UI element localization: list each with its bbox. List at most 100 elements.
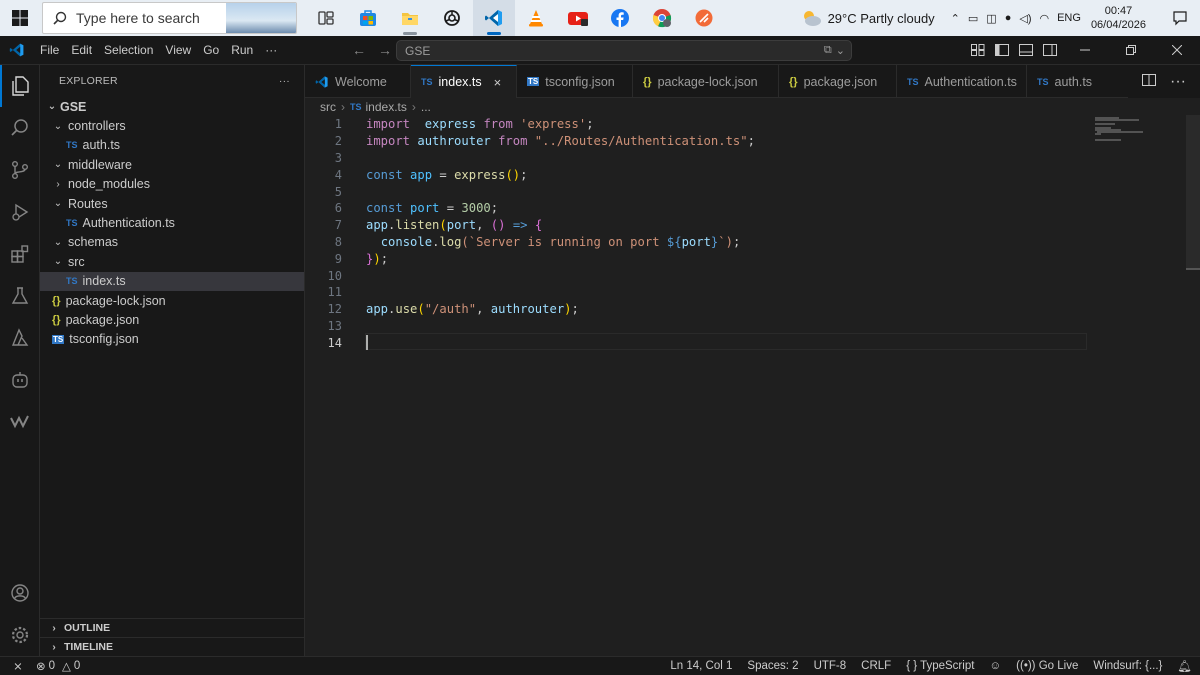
windsurf-status[interactable]: Windsurf: {...} [1093, 660, 1162, 672]
menu-edit[interactable]: Edit [65, 43, 98, 57]
code-line[interactable]: 8 console.log(`Server is running on port… [305, 234, 1200, 251]
chatgpt-icon[interactable] [431, 0, 473, 36]
clock[interactable]: 00:47 06/04/2026 [1091, 4, 1146, 32]
tree-item[interactable]: › node_modules [40, 175, 304, 194]
extensions-icon[interactable] [0, 233, 40, 275]
tree-item[interactable]: TS index.ts [40, 271, 304, 291]
toggle-panel-icon[interactable] [1014, 44, 1038, 56]
manage-gear-icon[interactable] [0, 614, 40, 656]
menu-more[interactable]: ··· [259, 43, 283, 57]
tab-package-lock-json[interactable]: {} package-lock.json [633, 65, 779, 98]
language-indicator[interactable]: ENG [1057, 12, 1081, 24]
taskbar-search-box[interactable]: Type here to search [42, 2, 297, 34]
azure-icon[interactable] [0, 317, 40, 359]
meet-now-icon[interactable]: ◫ [986, 12, 996, 25]
explorer-icon[interactable] [0, 65, 40, 107]
wifi-icon[interactable]: ◠ [1039, 12, 1049, 25]
vlc-icon[interactable] [515, 0, 557, 36]
run-debug-icon[interactable] [0, 191, 40, 233]
menu-run[interactable]: Run [225, 43, 259, 57]
forward-arrow-icon[interactable]: → [378, 42, 392, 58]
code-line[interactable]: 4 const app = express(); [305, 166, 1200, 183]
project-root[interactable]: ⌄ GSE [40, 97, 304, 116]
copilot-chat-icon[interactable] [0, 359, 40, 401]
outline-section[interactable]: › OUTLINE [40, 618, 305, 637]
chevron-up-icon[interactable]: ⌃ [951, 12, 960, 25]
toggle-primary-sidebar-icon[interactable] [990, 44, 1014, 56]
go-live-button[interactable]: ((•)) Go Live [1016, 660, 1078, 672]
menu-selection[interactable]: Selection [98, 43, 159, 57]
code-line[interactable]: 5 [305, 183, 1200, 200]
tree-item[interactable]: ⌄ src [40, 252, 304, 271]
task-view-icon[interactable] [305, 0, 347, 36]
code-line[interactable]: 11 [305, 284, 1200, 301]
command-center[interactable]: GSE ⧉ ⌄ [396, 40, 852, 61]
remote-indicator-icon[interactable]: ⨯ [0, 659, 36, 673]
tree-item[interactable]: ⌄ Routes [40, 194, 304, 213]
code-line[interactable]: 1 import express from 'express'; [305, 116, 1200, 133]
windows-start-icon[interactable] [0, 0, 40, 36]
menu-view[interactable]: View [159, 43, 197, 57]
volume-icon[interactable]: ◁) [1019, 12, 1031, 25]
code-line[interactable]: 9}); [305, 250, 1200, 267]
breadcrumb-file[interactable]: index.ts [366, 100, 407, 114]
facebook-icon[interactable] [599, 0, 641, 36]
tab-auth-ts[interactable]: TS auth.ts [1027, 65, 1131, 98]
windsurf-icon[interactable] [0, 401, 40, 443]
close-icon[interactable] [1154, 45, 1200, 55]
toggle-secondary-sidebar-icon[interactable] [1038, 44, 1062, 56]
timeline-section[interactable]: › TIMELINE [40, 637, 305, 656]
indentation[interactable]: Spaces: 2 [747, 660, 798, 672]
code-line[interactable]: 7 app.listen(port, () => { [305, 217, 1200, 234]
youtube-icon[interactable] [557, 0, 599, 36]
tree-item[interactable]: ⌄ controllers [40, 116, 304, 135]
search-icon[interactable] [0, 107, 40, 149]
menu-file[interactable]: File [34, 43, 65, 57]
weather-widget[interactable]: 29°C Partly cloudy [799, 8, 935, 28]
tree-item[interactable]: TS tsconfig.json [40, 330, 304, 349]
copilot-status-icon[interactable]: ☺ [989, 660, 1001, 672]
more-actions-icon[interactable]: ··· [1170, 73, 1186, 91]
copilot-icon[interactable]: ⧉ [824, 44, 832, 57]
breadcrumb-folder[interactable]: src [320, 100, 336, 114]
tree-item[interactable]: {} package.json [40, 310, 304, 329]
tab-package-json[interactable]: {} package.json [779, 65, 897, 98]
tree-item[interactable]: {} package-lock.json [40, 291, 304, 310]
code-line[interactable]: 13 [305, 318, 1200, 335]
problems-indicator[interactable]: ⊗ 0 △ 0 [36, 659, 80, 673]
minimap[interactable] [1095, 115, 1185, 155]
tree-item[interactable]: ⌄ schemas [40, 233, 304, 252]
tree-item[interactable]: ⌄ middleware [40, 155, 304, 174]
back-arrow-icon[interactable]: ← [352, 42, 366, 58]
tree-item[interactable]: TS auth.ts [40, 136, 304, 155]
language-mode[interactable]: { } TypeScript [906, 660, 974, 672]
more-actions-icon[interactable]: ··· [279, 75, 290, 87]
minimize-icon[interactable] [1062, 45, 1108, 55]
code-line[interactable]: 10 [305, 267, 1200, 284]
end-of-line[interactable]: CRLF [861, 660, 891, 672]
breadcrumb-more[interactable]: ... [421, 100, 431, 114]
split-editor-icon[interactable] [1142, 73, 1157, 91]
code-line[interactable]: 2 import authrouter from "../Routes/Authe… [305, 133, 1200, 150]
accounts-icon[interactable] [0, 572, 40, 614]
menu-go[interactable]: Go [197, 43, 225, 57]
code-line[interactable]: 12 app.use("/auth", authrouter); [305, 301, 1200, 318]
code-line[interactable]: 6 const port = 3000; [305, 200, 1200, 217]
notifications-bell-icon[interactable]: 🔔︎ [1177, 659, 1192, 673]
mic-icon[interactable]: ● [1005, 12, 1012, 24]
testing-icon[interactable] [0, 275, 40, 317]
cursor-position[interactable]: Ln 14, Col 1 [670, 660, 732, 672]
tab-authentication-ts[interactable]: TS Authentication.ts [897, 65, 1027, 98]
microsoft-store-icon[interactable] [347, 0, 389, 36]
battery-icon[interactable]: ▭ [968, 12, 978, 25]
chrome-icon[interactable] [641, 0, 683, 36]
encoding[interactable]: UTF-8 [814, 660, 847, 672]
file-explorer-icon[interactable] [389, 0, 431, 36]
source-control-icon[interactable] [0, 149, 40, 191]
code-line[interactable]: 3 [305, 150, 1200, 167]
close-icon[interactable]: × [494, 75, 502, 90]
vscode-taskbar-icon[interactable] [473, 0, 515, 36]
app-icon[interactable] [683, 0, 725, 36]
tab-index-ts[interactable]: TS index.ts × [411, 65, 517, 98]
chevron-down-icon[interactable]: ⌄ [836, 44, 845, 57]
